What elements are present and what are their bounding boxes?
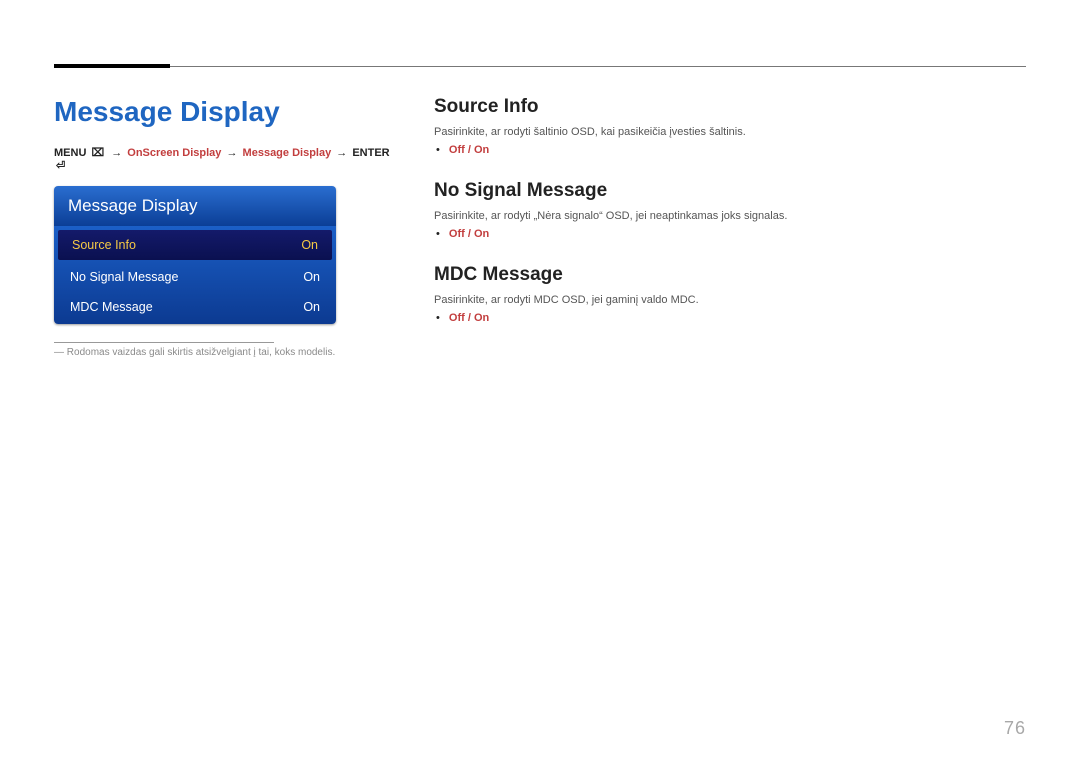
osd-row-mdc[interactable]: MDC Message On <box>56 292 334 322</box>
section-heading: Source Info <box>434 96 1026 118</box>
section-desc: Pasirinkite, ar rodyti šaltinio OSD, kai… <box>434 126 1026 138</box>
options-text: Off / On <box>449 228 489 240</box>
breadcrumb-arrow: → <box>334 147 349 159</box>
section-options: • Off / On <box>434 228 1026 240</box>
osd-panel: Message Display Source Info On No Signal… <box>54 186 336 324</box>
osd-panel-title: Message Display <box>54 186 336 226</box>
section-heading: MDC Message <box>434 264 1026 286</box>
osd-row-label: MDC Message <box>70 300 153 314</box>
section-heading: No Signal Message <box>434 180 1026 202</box>
page-title: Message Display <box>54 96 394 128</box>
content-columns: Message Display MENU ⌧ → OnScreen Displa… <box>54 96 1026 358</box>
header-accent <box>54 64 170 68</box>
left-column: Message Display MENU ⌧ → OnScreen Displa… <box>54 96 394 358</box>
right-column: Source Info Pasirinkite, ar rodyti šalti… <box>434 96 1026 358</box>
breadcrumb-enter-label: ENTER <box>352 147 389 159</box>
options-text: Off / On <box>449 144 489 156</box>
section-desc: Pasirinkite, ar rodyti MDC OSD, jei gami… <box>434 294 1026 306</box>
osd-row-value: On <box>303 270 320 284</box>
enter-icon: ⏎ <box>54 160 67 172</box>
section-mdc: MDC Message Pasirinkite, ar rodyti MDC O… <box>434 264 1026 324</box>
osd-row-value: On <box>303 300 320 314</box>
breadcrumb-arrow: → <box>109 147 124 159</box>
bullet-icon: • <box>434 312 446 324</box>
osd-row-source-info[interactable]: Source Info On <box>58 230 332 260</box>
menu-icon: ⌧ <box>89 147 106 159</box>
osd-panel-body: Source Info On No Signal Message On MDC … <box>54 226 336 324</box>
breadcrumb: MENU ⌧ → OnScreen Display → Message Disp… <box>54 146 394 172</box>
osd-row-value: On <box>301 238 318 252</box>
section-options: • Off / On <box>434 312 1026 324</box>
section-no-signal: No Signal Message Pasirinkite, ar rodyti… <box>434 180 1026 240</box>
osd-row-no-signal[interactable]: No Signal Message On <box>56 262 334 292</box>
section-options: • Off / On <box>434 144 1026 156</box>
bullet-icon: • <box>434 144 446 156</box>
breadcrumb-arrow: → <box>224 147 239 159</box>
breadcrumb-seg-1: OnScreen Display <box>127 147 221 159</box>
section-desc: Pasirinkite, ar rodyti „Nėra signalo“ OS… <box>434 210 1026 222</box>
page-number: 76 <box>1004 718 1026 739</box>
breadcrumb-seg-2: Message Display <box>243 147 332 159</box>
options-text: Off / On <box>449 312 489 324</box>
breadcrumb-menu-label: MENU <box>54 147 86 159</box>
footnote-text: Rodomas vaizdas gali skirtis atsižvelgia… <box>54 347 394 358</box>
osd-row-label: No Signal Message <box>70 270 178 284</box>
section-source-info: Source Info Pasirinkite, ar rodyti šalti… <box>434 96 1026 156</box>
page: Message Display MENU ⌧ → OnScreen Displa… <box>0 0 1080 763</box>
footnote-rule <box>54 342 274 343</box>
bullet-icon: • <box>434 228 446 240</box>
osd-row-label: Source Info <box>72 238 136 252</box>
header-rule <box>54 66 1026 67</box>
